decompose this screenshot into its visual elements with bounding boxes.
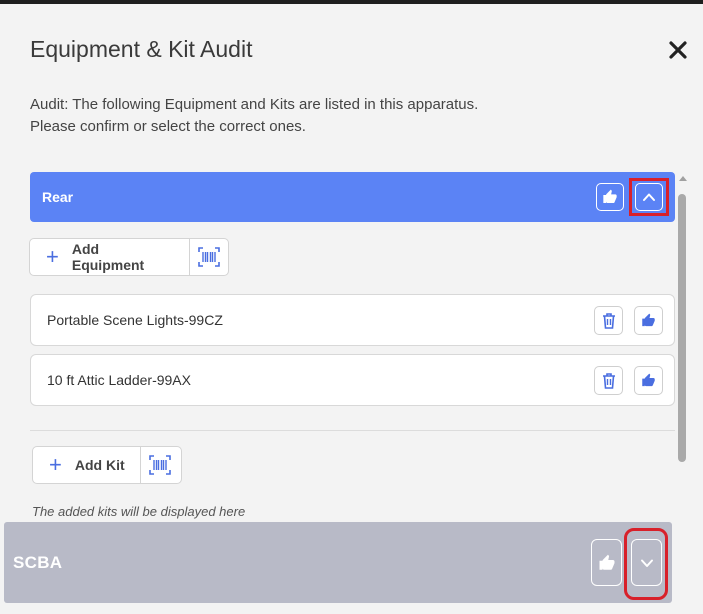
scroll-up-arrow-icon[interactable] — [679, 176, 687, 181]
description-line: Please confirm or select the correct one… — [30, 118, 306, 135]
trash-icon — [602, 372, 615, 389]
add-kit-group: + Add Kit — [32, 446, 182, 484]
plus-icon: + — [49, 452, 62, 477]
thumbs-up-icon — [599, 554, 614, 570]
plus-icon: + — [46, 244, 59, 269]
delete-equipment-button[interactable] — [594, 366, 623, 395]
highlight-annotation — [624, 528, 668, 600]
confirm-section-button[interactable] — [591, 539, 622, 586]
equipment-name: 10 ft Attic Ladder-99AX — [47, 372, 191, 388]
delete-equipment-button[interactable] — [594, 306, 623, 335]
scrollbar-thumb[interactable] — [678, 194, 686, 462]
equipment-name: Portable Scene Lights-99CZ — [47, 312, 223, 328]
dialog-title: Equipment & Kit Audit — [30, 36, 253, 62]
kits-empty-hint: The added kits will be displayed here — [32, 504, 246, 519]
thumbs-up-icon — [603, 189, 617, 203]
add-equipment-group: + Add Equipment — [29, 238, 229, 276]
confirm-section-button[interactable] — [596, 183, 624, 211]
description-line: Audit: The following Equipment and Kits … — [30, 96, 479, 113]
list-item: 10 ft Attic Ladder-99AX — [30, 354, 675, 406]
trash-icon — [602, 312, 615, 329]
section-header-scba[interactable]: SCBA — [4, 522, 672, 603]
barcode-scan-icon — [198, 247, 220, 267]
highlight-annotation — [629, 178, 669, 216]
thumbs-up-icon — [642, 373, 655, 387]
add-equipment-label: Add Equipment — [71, 241, 145, 273]
section-title: SCBA — [13, 553, 63, 572]
section-title: Rear — [42, 189, 74, 205]
list-item: Portable Scene Lights-99CZ — [30, 294, 675, 346]
barcode-scan-icon — [148, 455, 171, 475]
add-equipment-button[interactable]: + Add Equipment — [30, 239, 191, 275]
section-header-rear[interactable]: Rear — [30, 172, 675, 222]
thumbs-up-icon — [642, 313, 655, 327]
section-divider — [30, 430, 675, 431]
scan-equipment-button[interactable] — [190, 239, 228, 275]
audit-description: Audit: The following Equipment and Kits … — [30, 94, 478, 138]
confirm-equipment-button[interactable] — [634, 306, 663, 335]
close-icon[interactable] — [666, 38, 690, 62]
scan-kit-button[interactable] — [141, 447, 179, 483]
add-kit-button[interactable]: + Add Kit — [33, 447, 141, 483]
add-kit-label: Add Kit — [74, 457, 125, 473]
confirm-equipment-button[interactable] — [634, 366, 663, 395]
